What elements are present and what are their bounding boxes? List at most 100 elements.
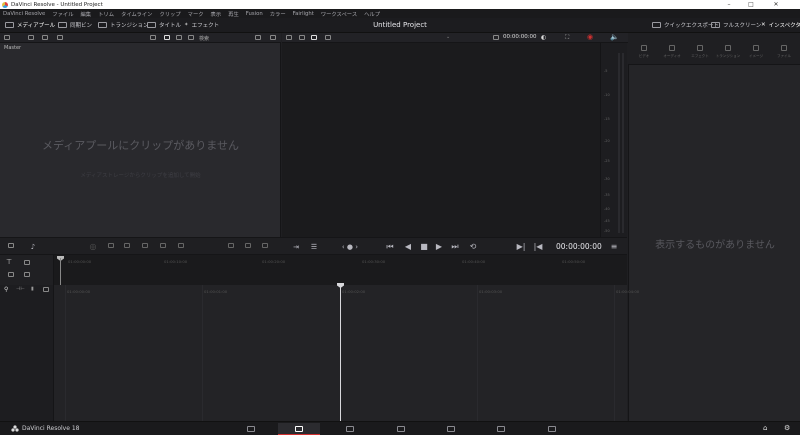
page-cut[interactable] <box>278 423 320 435</box>
loop-icon[interactable]: ⟲ <box>467 242 479 252</box>
fullscreen-button[interactable]: フルスクリーン <box>711 20 761 30</box>
bin-name[interactable]: Master <box>4 45 21 51</box>
tab-file[interactable]: ファイル <box>770 45 798 59</box>
menu-color[interactable]: カラー <box>270 10 286 18</box>
overview-playhead[interactable] <box>60 258 61 285</box>
place-on-top-icon[interactable] <box>160 243 166 248</box>
snap-icon[interactable]: ⇥ <box>290 242 302 252</box>
transitions-button[interactable]: トランジション <box>98 20 149 30</box>
link-icon[interactable]: ⚲ <box>4 286 8 293</box>
trim-tool-icon[interactable] <box>24 260 30 265</box>
go-to-end-icon[interactable]: ⏭ <box>449 242 461 252</box>
media-pool-panel[interactable]: Master メディアプールにクリップがありません メディアストレージからクリッ… <box>0 43 281 237</box>
tab-video[interactable]: ビデオ <box>630 45 658 59</box>
append-icon[interactable] <box>108 243 114 248</box>
go-to-start-icon[interactable]: ⏮ <box>384 242 396 252</box>
inspector-button[interactable]: ✕ インスペクタ <box>761 20 800 30</box>
previous-edit-icon[interactable]: |◀ <box>532 242 544 252</box>
playhead[interactable] <box>340 285 341 421</box>
playback-speed-icon[interactable]: ◐ <box>541 34 546 41</box>
page-deliver[interactable] <box>531 423 573 435</box>
track-options-icon[interactable] <box>43 287 49 292</box>
transport-timecode[interactable]: 00:00:00:00 <box>556 242 602 251</box>
menu-fairlight[interactable]: Fairlight <box>293 11 314 17</box>
menu-workspace[interactable]: ワークスペース <box>321 10 357 18</box>
list-view-icon[interactable] <box>176 35 182 40</box>
play-reverse-icon[interactable]: ◀ <box>402 242 414 252</box>
menu-help[interactable]: ヘルプ <box>364 10 380 18</box>
viewer-mode-icon[interactable] <box>286 35 292 40</box>
record-icon[interactable]: ◉ <box>587 33 593 41</box>
speaker-icon[interactable]: 🔈 <box>610 33 619 41</box>
snap-toggle-icon[interactable]: ⊣⊢ <box>16 286 25 292</box>
timeline-option-2-icon[interactable] <box>245 243 251 248</box>
viewer-options-icon[interactable]: ⛶ <box>565 34 569 42</box>
page-edit[interactable] <box>329 423 371 435</box>
settings-gear-icon[interactable]: ⚙ <box>784 424 790 432</box>
home-icon[interactable]: ⌂ <box>763 424 767 432</box>
effects-button[interactable]: ✦ エフェクト <box>184 20 219 30</box>
page-color[interactable] <box>430 423 472 435</box>
transport-menu-icon[interactable]: ≡ <box>608 242 620 252</box>
minimize-button[interactable]: – <box>718 0 740 9</box>
menu-fusion[interactable]: Fusion <box>246 11 263 17</box>
media-pool-button[interactable]: メディアプール <box>5 20 55 30</box>
menu-edit[interactable]: 編集 <box>81 10 92 18</box>
sidebar-toggle-icon[interactable] <box>4 35 10 40</box>
sort-icon[interactable] <box>188 35 194 40</box>
sync-bin-button[interactable]: 同期ビン <box>58 20 92 30</box>
tab-image[interactable]: イメージ <box>742 45 770 59</box>
menu-view[interactable]: 表示 <box>211 10 222 18</box>
page-fairlight[interactable] <box>480 423 522 435</box>
smart-insert-icon[interactable]: ◎ <box>88 242 98 252</box>
blade-tool-icon[interactable] <box>8 272 14 277</box>
menu-playback[interactable]: 再生 <box>228 10 239 18</box>
viewer-zoom-icon[interactable] <box>493 35 499 40</box>
viewer-layout-icon[interactable] <box>325 35 331 40</box>
search-button[interactable]: 検索 <box>199 35 209 42</box>
thumbnail-view-icon[interactable] <box>150 35 156 40</box>
timeline-option-1-icon[interactable] <box>228 243 234 248</box>
page-media[interactable] <box>230 423 272 435</box>
inspector-icon: ✕ <box>761 22 766 28</box>
add-bin-icon[interactable] <box>28 35 34 40</box>
viewer-dual-icon[interactable] <box>311 35 317 40</box>
page-fusion[interactable] <box>380 423 422 435</box>
timeline-view-icon[interactable] <box>8 243 14 248</box>
grid-view-icon[interactable] <box>164 35 170 40</box>
close-button[interactable]: ✕ <box>765 0 787 9</box>
smart-bin-icon[interactable] <box>42 35 48 40</box>
maximize-button[interactable]: □ <box>740 0 762 9</box>
play-icon[interactable]: ▶ <box>433 242 445 252</box>
sync-icon[interactable] <box>57 35 63 40</box>
close-up-icon[interactable] <box>142 243 148 248</box>
next-edit-icon[interactable]: ▶| <box>515 242 527 252</box>
audio-waveform-icon[interactable]: ♪ <box>28 242 38 252</box>
quick-export-button[interactable]: クイックエクスポート <box>652 20 719 30</box>
viewer-dropdown-chevron-icon[interactable]: ⌄ <box>446 34 450 40</box>
menu-davinci[interactable]: DaVinci Resolve <box>3 11 45 17</box>
tab-effects[interactable]: エフェクト <box>686 45 714 59</box>
dynamic-trim-icon[interactable] <box>24 272 30 277</box>
selection-tool-icon[interactable]: ⊤ <box>6 258 12 266</box>
timeline-option-3-icon[interactable] <box>262 243 268 248</box>
marker-icon[interactable]: ▮ <box>31 286 34 292</box>
source-overwrite-icon[interactable] <box>178 243 184 248</box>
ripple-overwrite-icon[interactable] <box>124 243 130 248</box>
titles-button[interactable]: タイトル <box>147 20 181 30</box>
more-options-icon[interactable] <box>270 35 276 40</box>
timeline-overview-ruler[interactable]: 01:00:00:00 01:00:10:00 01:00:20:00 01:0… <box>54 255 627 285</box>
source-viewer[interactable] <box>282 43 600 237</box>
menu-timeline[interactable]: タイムライン <box>121 10 152 18</box>
menu-clip[interactable]: クリップ <box>159 10 180 18</box>
adjust-icon[interactable]: ☰ <box>308 242 320 252</box>
stop-icon[interactable]: ■ <box>418 242 430 252</box>
tab-audio[interactable]: オーディオ <box>658 45 686 59</box>
jog-wheel-icon[interactable]: ‹ ● › <box>340 242 360 252</box>
menu-file[interactable]: ファイル <box>52 10 73 18</box>
tab-transitions[interactable]: トランジション <box>714 45 742 59</box>
menu-mark[interactable]: マーク <box>188 10 204 18</box>
sort-menu-icon[interactable] <box>255 35 261 40</box>
viewer-single-icon[interactable] <box>299 35 305 40</box>
menu-trim[interactable]: トリム <box>98 10 114 18</box>
